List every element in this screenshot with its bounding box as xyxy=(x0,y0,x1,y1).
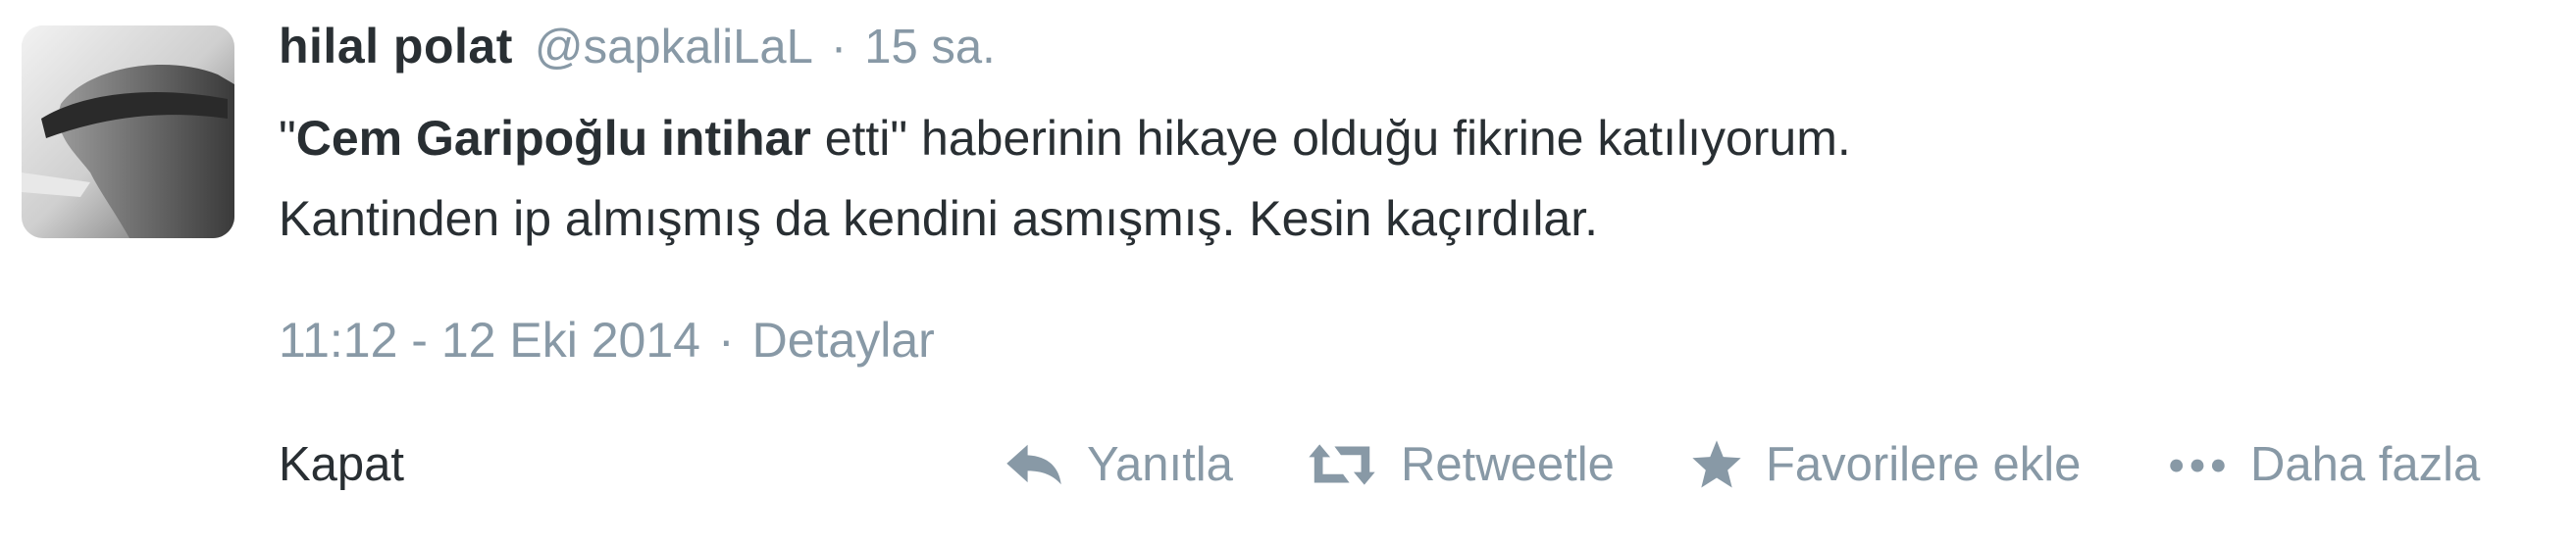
open-quote: " xyxy=(279,111,296,166)
tweet-actions: Kapat Yanıtla Retweetle Favorilere ekle … xyxy=(0,431,2576,510)
more-label: Daha fazla xyxy=(2250,438,2481,491)
tweet-card: hilal polat @sapkaliLaL · 15 sa. "Cem Ga… xyxy=(0,0,2576,544)
avatar-image xyxy=(22,25,234,238)
author-handle[interactable]: @sapkaliLaL xyxy=(535,20,813,74)
details-link[interactable]: Detaylar xyxy=(752,313,935,368)
tweet-line-2: Kantinden ip almışmış da kendini asmışmı… xyxy=(279,191,1599,246)
relative-time[interactable]: 15 sa. xyxy=(864,20,995,74)
favorite-label: Favorilere ekle xyxy=(1766,438,2082,491)
meta-separator: · xyxy=(717,313,735,368)
tweet-bold-text: Cem Garipoğlu intihar xyxy=(295,111,811,166)
reply-button[interactable]: Yanıtla xyxy=(1003,437,1233,492)
tweet-meta: 11:12 - 12 Eki 2014 · Detaylar xyxy=(279,312,935,369)
retweet-icon xyxy=(1305,437,1379,492)
star-icon xyxy=(1689,437,1744,492)
retweet-button[interactable]: Retweetle xyxy=(1305,437,1615,492)
header-separator: · xyxy=(830,21,848,74)
more-button[interactable]: Daha fazla xyxy=(2166,437,2480,492)
reply-label: Yanıtla xyxy=(1087,438,1233,491)
tweet-line-1: "Cem Garipoğlu intihar etti" haberinin h… xyxy=(279,98,2515,178)
retweet-label: Retweetle xyxy=(1401,438,1615,491)
avatar[interactable] xyxy=(22,25,234,238)
tweet-line-1-rest: etti" haberinin hikaye olduğu fikrine ka… xyxy=(810,111,1851,166)
reply-icon xyxy=(1003,437,1065,492)
tweet-header: hilal polat @sapkaliLaL · 15 sa. xyxy=(279,18,996,96)
more-dots-icon xyxy=(2166,437,2229,492)
favorite-button[interactable]: Favorilere ekle xyxy=(1689,437,2081,492)
tweet-timestamp[interactable]: 11:12 - 12 Eki 2014 xyxy=(279,313,700,368)
author-name[interactable]: hilal polat xyxy=(279,18,513,74)
tweet-text: "Cem Garipoğlu intihar etti" haberinin h… xyxy=(279,98,2515,259)
close-button[interactable]: Kapat xyxy=(279,437,404,492)
